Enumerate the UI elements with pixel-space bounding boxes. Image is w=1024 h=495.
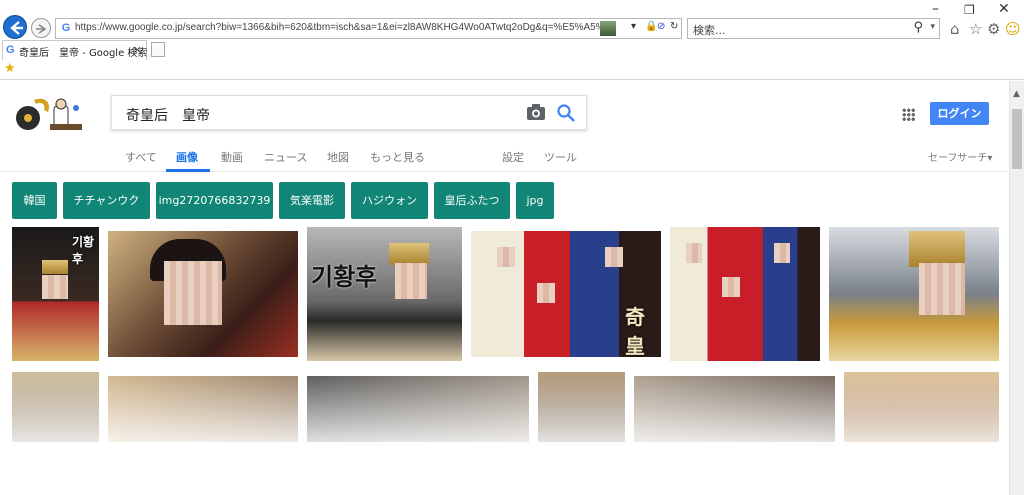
related-chip[interactable]: チチャンウク bbox=[63, 182, 150, 219]
blurred-face bbox=[42, 275, 68, 299]
related-chip[interactable]: ハジウォン bbox=[351, 182, 428, 219]
blurred-face bbox=[722, 277, 740, 297]
apps-grid-icon[interactable] bbox=[902, 108, 915, 121]
search-type-tabs: すべて 画像 動画 ニュース 地図 もっと見る 設定 ツール セーフサーチ▾ bbox=[0, 145, 1009, 172]
tab-title[interactable]: 奇皇后 皇帝 - Google 検索 bbox=[19, 44, 147, 59]
new-tab-button[interactable] bbox=[151, 42, 165, 57]
gear-icon[interactable]: ⚙ bbox=[987, 20, 1000, 38]
active-tab-indicator bbox=[166, 169, 210, 172]
restore-icon[interactable]: ❐ bbox=[964, 3, 975, 17]
related-chip[interactable]: 韓国 bbox=[12, 182, 57, 219]
arrow-left-icon bbox=[10, 21, 23, 35]
tab-all[interactable]: すべて bbox=[125, 149, 157, 165]
google-search-box[interactable]: 奇皇后 皇帝 bbox=[111, 95, 587, 130]
crown-shape bbox=[909, 231, 965, 267]
image-result[interactable] bbox=[670, 227, 820, 361]
related-chip[interactable]: 皇后ふたつ bbox=[434, 182, 510, 219]
address-bar[interactable]: G https://www.google.co.jp/search?biw=13… bbox=[55, 18, 682, 39]
dropdown-arrow-icon[interactable]: ▾ bbox=[631, 21, 636, 32]
minimize-icon[interactable]: – bbox=[932, 1, 939, 17]
home-icon[interactable]: ⌂ bbox=[950, 20, 960, 38]
address-url[interactable]: https://www.google.co.jp/search?biw=1366… bbox=[75, 22, 602, 33]
browser-search-placeholder: 検索... bbox=[693, 24, 726, 37]
lock-icon[interactable]: 🔒 bbox=[645, 21, 657, 32]
tab-close-icon[interactable]: × bbox=[133, 43, 142, 56]
close-window-icon[interactable]: ✕ bbox=[998, 1, 1010, 17]
crown-shape bbox=[389, 243, 429, 265]
login-button[interactable]: ログイン bbox=[930, 102, 989, 125]
related-chip[interactable]: jpg bbox=[516, 182, 554, 219]
dropdown-arrow-icon[interactable]: ▾ bbox=[930, 22, 935, 32]
favorites-bar: ★ bbox=[0, 60, 1024, 80]
camera-icon[interactable] bbox=[526, 103, 546, 121]
image-watermark: 奇皇 bbox=[625, 305, 645, 357]
scroll-up-arrow-icon[interactable]: ▲ bbox=[1013, 89, 1020, 99]
forward-button[interactable] bbox=[31, 18, 51, 38]
add-favorites-star-icon[interactable]: ★ bbox=[4, 61, 16, 76]
tab-tools[interactable]: ツール bbox=[544, 149, 577, 165]
tab-maps[interactable]: 地図 bbox=[327, 149, 349, 165]
image-result[interactable]: 기황후 bbox=[307, 227, 462, 361]
blurred-face bbox=[497, 247, 515, 267]
image-result[interactable] bbox=[108, 231, 298, 357]
google-doodle-logo[interactable] bbox=[14, 96, 84, 132]
tab-images[interactable]: 画像 bbox=[176, 149, 198, 165]
image-result[interactable]: 奇皇 bbox=[471, 231, 661, 357]
blurred-face bbox=[537, 283, 555, 303]
image-result[interactable]: 기황후 bbox=[12, 227, 99, 361]
image-result[interactable] bbox=[829, 227, 999, 361]
site-thumbnail bbox=[600, 21, 616, 36]
image-watermark: 기황후 bbox=[72, 235, 95, 266]
browser-tab[interactable]: G 奇皇后 皇帝 - Google 検索 × bbox=[2, 40, 147, 60]
browser-toolbar: G https://www.google.co.jp/search?biw=13… bbox=[0, 0, 1024, 40]
arrow-right-icon bbox=[36, 24, 47, 34]
browser-search-box[interactable]: 検索... ⚲ ▾ bbox=[687, 18, 940, 39]
google-favicon-icon: G bbox=[6, 44, 15, 56]
search-icon[interactable] bbox=[556, 103, 576, 123]
tab-videos[interactable]: 動画 bbox=[221, 149, 243, 165]
back-button[interactable] bbox=[3, 15, 27, 39]
image-watermark: 기황후 bbox=[311, 262, 378, 291]
safe-search-menu[interactable]: セーフサーチ▾ bbox=[928, 149, 992, 164]
search-query[interactable]: 奇皇后 皇帝 bbox=[126, 105, 210, 125]
loading-fade-overlay bbox=[0, 372, 1009, 495]
blurred-face bbox=[164, 261, 222, 325]
blurred-face bbox=[686, 243, 702, 263]
scrollbar-thumb[interactable] bbox=[1012, 109, 1022, 169]
favorites-star-icon[interactable]: ☆ bbox=[969, 20, 982, 38]
crown-shape bbox=[42, 260, 68, 274]
tab-news[interactable]: ニュース bbox=[264, 149, 307, 165]
vertical-scrollbar[interactable]: ▲ bbox=[1009, 81, 1024, 495]
tab-bar: G 奇皇后 皇帝 - Google 検索 × bbox=[0, 40, 1024, 60]
blurred-face bbox=[774, 243, 790, 263]
stop-icon[interactable]: ⊘ bbox=[657, 21, 665, 32]
tab-more[interactable]: もっと見る bbox=[370, 149, 425, 165]
google-favicon-icon: G bbox=[61, 22, 71, 34]
refresh-icon[interactable]: ↻ bbox=[670, 21, 678, 32]
related-chip[interactable]: img2720766832739 bbox=[156, 182, 273, 219]
tab-settings[interactable]: 設定 bbox=[502, 149, 524, 165]
blurred-face bbox=[605, 247, 623, 267]
related-chip[interactable]: 気楽電影 bbox=[279, 182, 345, 219]
blurred-face bbox=[919, 263, 965, 315]
blurred-face bbox=[395, 263, 427, 299]
smiley-feedback-icon[interactable]: ☺ bbox=[1005, 20, 1021, 38]
search-icon[interactable]: ⚲ bbox=[913, 20, 923, 35]
